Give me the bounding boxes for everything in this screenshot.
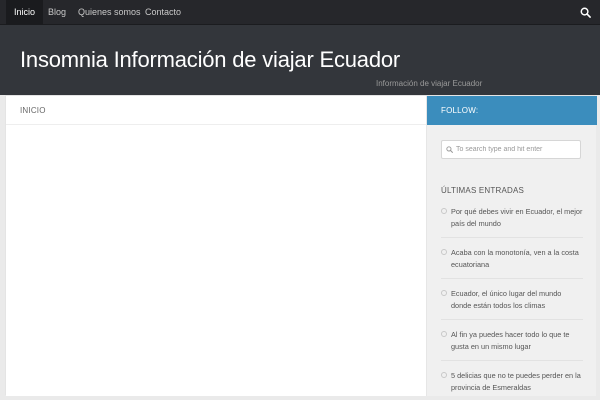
list-item[interactable]: Acaba con la monotonía, ven a la costa e… [441,245,583,279]
list-item[interactable]: Por qué debes vivir en Ecuador, el mejor… [441,204,583,238]
site-title[interactable]: Insomnia Información de viajar Ecuador [20,47,400,73]
sidebar: FOLLOW: ÚLTIMAS ENTRADAS Por qué debes v… [426,96,597,396]
post-link[interactable]: Al fin ya puedes hacer todo lo que te gu… [451,330,569,351]
list-item[interactable]: Ecuador, el único lugar del mundo donde … [441,286,583,320]
nav-item-inicio[interactable]: Inicio [6,0,44,25]
nav-search-button[interactable] [570,0,600,25]
nav-item-contacto[interactable]: Contacto [137,0,189,25]
post-link[interactable]: Ecuador, el único lugar del mundo donde … [451,289,561,310]
site-header: Insomnia Información de viajar Ecuador I… [0,25,600,95]
top-navigation: Inicio Blog Quienes somos Contacto [0,0,600,25]
list-item[interactable]: Al fin ya puedes hacer todo lo que te gu… [441,327,583,361]
follow-label: FOLLOW: [441,106,479,115]
search-icon [446,146,453,153]
site-description: Información de viajar Ecuador [376,79,483,88]
breadcrumb-label: INICIO [20,106,46,115]
recent-posts-title: ÚLTIMAS ENTRADAS [441,186,525,195]
post-link[interactable]: Por qué debes vivir en Ecuador, el mejor… [451,207,582,228]
bullet-circle-icon [441,249,447,255]
breadcrumb: INICIO [6,96,426,125]
bullet-circle-icon [441,290,447,296]
content-wrapper: INICIO FOLLOW: ÚLTIMAS ENTRADAS Por qué … [5,95,597,396]
nav-item-blog[interactable]: Blog [40,0,74,25]
list-item[interactable]: 5 delicias que no te puedes perder en la… [441,368,583,400]
search-icon [580,7,591,18]
bullet-circle-icon [441,331,447,337]
sidebar-search-box [441,140,581,159]
sidebar-search-input[interactable] [456,146,576,153]
bullet-circle-icon [441,372,447,378]
main-content: INICIO [6,96,426,396]
bullet-circle-icon [441,208,447,214]
follow-bar: FOLLOW: [427,96,597,125]
post-link[interactable]: Acaba con la monotonía, ven a la costa e… [451,248,579,269]
post-link[interactable]: 5 delicias que no te puedes perder en la… [451,371,581,392]
recent-posts-list: Por qué debes vivir en Ecuador, el mejor… [441,204,583,400]
